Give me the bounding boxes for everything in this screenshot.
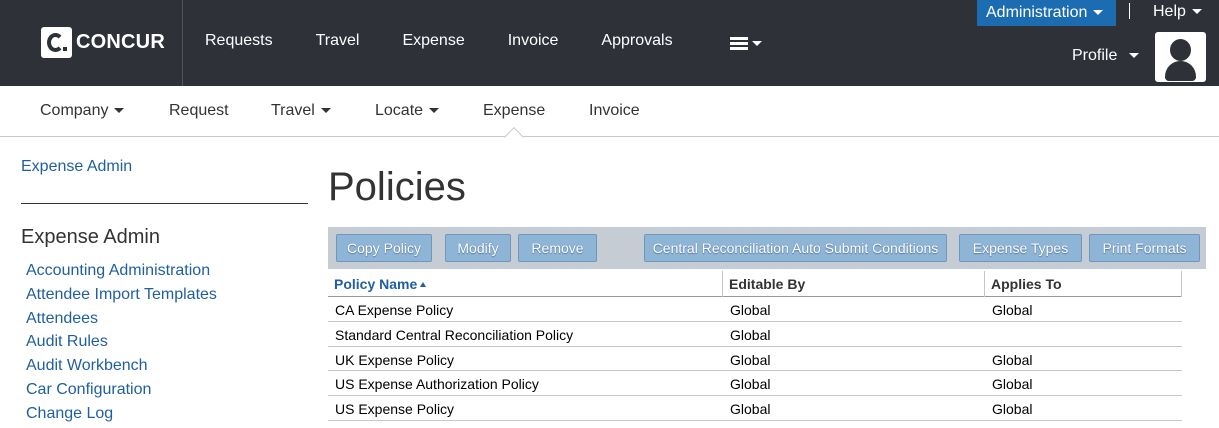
cell-applies-to: Global bbox=[992, 376, 1033, 393]
chevron-down-icon bbox=[114, 108, 125, 114]
sidebar-title: Expense Admin bbox=[21, 226, 160, 248]
column-header-applies-to[interactable]: Applies To bbox=[991, 276, 1062, 292]
user-icon bbox=[1170, 39, 1191, 61]
sidebar-item-audit-workbench[interactable]: Audit Workbench bbox=[26, 356, 217, 380]
help-menu[interactable]: Help bbox=[1153, 3, 1202, 21]
top-bar: CONCUR Requests Travel Expense Invoice A… bbox=[0, 0, 1219, 86]
chevron-down-icon bbox=[1093, 10, 1104, 16]
administration-menu[interactable]: Administration bbox=[977, 0, 1116, 26]
profile-menu[interactable]: Profile bbox=[1072, 47, 1140, 65]
sub-nav-request[interactable]: Request bbox=[169, 102, 229, 120]
central-reconciliation-button[interactable]: Central Reconciliation Auto Submit Condi… bbox=[644, 234, 947, 262]
concur-logo[interactable]: CONCUR bbox=[41, 27, 165, 58]
cell-applies-to: Global bbox=[992, 401, 1033, 418]
sidebar-item-change-log[interactable]: Change Log bbox=[26, 404, 217, 428]
sidebar-item-attendee-import-templates[interactable]: Attendee Import Templates bbox=[26, 285, 217, 309]
cell-policy-name: CA Expense Policy bbox=[335, 302, 454, 318]
cell-applies-to: Global bbox=[992, 302, 1033, 318]
sidebar-item-attendees[interactable]: Attendees bbox=[26, 309, 217, 333]
chevron-down-icon bbox=[1191, 9, 1202, 15]
breadcrumb[interactable]: Expense Admin bbox=[21, 158, 132, 176]
table-row[interactable]: CA Expense Policy Global Global bbox=[328, 297, 1182, 322]
cell-policy-name: UK Expense Policy bbox=[335, 351, 455, 368]
main-nav-requests[interactable]: Requests bbox=[205, 32, 273, 50]
sub-nav-company[interactable]: Company bbox=[40, 102, 125, 120]
policies-table: Policy Name Editable By Applies To CA Ex… bbox=[328, 269, 1182, 421]
profile-label: Profile bbox=[1072, 47, 1118, 64]
cell-applies-to: Global bbox=[992, 351, 1033, 368]
sidebar-item-audit-rules[interactable]: Audit Rules bbox=[26, 332, 217, 356]
print-formats-button[interactable]: Print Formats bbox=[1089, 234, 1200, 262]
main-nav-expense[interactable]: Expense bbox=[402, 32, 464, 50]
main-nav-invoice[interactable]: Invoice bbox=[508, 32, 559, 50]
sub-nav-company-label: Company bbox=[40, 102, 109, 119]
remove-button[interactable]: Remove bbox=[518, 234, 597, 262]
cell-editable-by: Global bbox=[730, 401, 771, 418]
cell-policy-name: US Expense Authorization Policy bbox=[335, 376, 539, 393]
help-label: Help bbox=[1153, 3, 1186, 20]
table-row[interactable]: US Expense Authorization Policy Global G… bbox=[328, 371, 1182, 397]
sub-nav-expense[interactable]: Expense bbox=[483, 102, 545, 120]
sub-nav-travel[interactable]: Travel bbox=[271, 102, 331, 120]
sidebar-divider bbox=[21, 203, 308, 204]
modify-button[interactable]: Modify bbox=[445, 234, 511, 262]
main-nav: Requests Travel Expense Invoice Approval… bbox=[205, 32, 716, 50]
hamburger-icon bbox=[730, 37, 748, 50]
table-row[interactable]: Standard Central Reconciliation Policy G… bbox=[328, 322, 1182, 347]
sidebar-item-car-configuration[interactable]: Car Configuration bbox=[26, 380, 217, 404]
policy-toolbar: Copy Policy Modify Remove Central Reconc… bbox=[328, 227, 1206, 269]
sub-nav-invoice[interactable]: Invoice bbox=[589, 102, 640, 120]
chevron-down-icon bbox=[320, 108, 331, 114]
top-right-separator bbox=[1129, 3, 1130, 19]
cell-editable-by: Global bbox=[730, 376, 771, 393]
sort-ascending-icon bbox=[420, 282, 427, 287]
sidebar-menu: Accounting Administration Attendee Impor… bbox=[26, 261, 217, 428]
concur-logo-icon bbox=[41, 27, 72, 58]
sub-nav: Company Request Travel Locate Expense In… bbox=[0, 86, 1219, 137]
table-row[interactable]: US Expense Policy Global Global bbox=[328, 396, 1182, 421]
cell-policy-name: Standard Central Reconciliation Policy bbox=[335, 326, 574, 343]
more-menu-button[interactable] bbox=[730, 37, 762, 50]
column-header-editable-by[interactable]: Editable By bbox=[729, 276, 805, 292]
main-nav-approvals[interactable]: Approvals bbox=[601, 32, 672, 50]
expense-types-button[interactable]: Expense Types bbox=[959, 234, 1082, 262]
sub-nav-locate[interactable]: Locate bbox=[375, 102, 440, 120]
sub-nav-travel-label: Travel bbox=[271, 102, 315, 119]
column-header-policy-name[interactable]: Policy Name bbox=[334, 276, 427, 292]
chevron-down-icon bbox=[752, 41, 762, 46]
cell-editable-by: Global bbox=[730, 326, 771, 343]
cell-editable-by: Global bbox=[730, 302, 771, 318]
cell-policy-name: US Expense Policy bbox=[335, 401, 455, 418]
copy-policy-button[interactable]: Copy Policy bbox=[336, 234, 432, 262]
avatar[interactable] bbox=[1155, 32, 1206, 82]
sub-nav-locate-label: Locate bbox=[375, 102, 424, 119]
sidebar-item-accounting-administration[interactable]: Accounting Administration bbox=[26, 261, 217, 285]
main-nav-travel[interactable]: Travel bbox=[316, 32, 360, 50]
page-title: Policies bbox=[328, 165, 466, 209]
policy-name-label: Policy Name bbox=[334, 276, 418, 292]
chevron-down-icon bbox=[429, 108, 440, 114]
top-divider bbox=[182, 0, 183, 86]
table-row[interactable]: UK Expense Policy Global Global bbox=[328, 347, 1182, 372]
table-header: Policy Name Editable By Applies To bbox=[328, 269, 1182, 297]
chevron-down-icon bbox=[1129, 53, 1140, 59]
cell-editable-by: Global bbox=[730, 351, 771, 368]
administration-label: Administration bbox=[986, 4, 1088, 21]
brand-name: CONCUR bbox=[76, 31, 165, 53]
